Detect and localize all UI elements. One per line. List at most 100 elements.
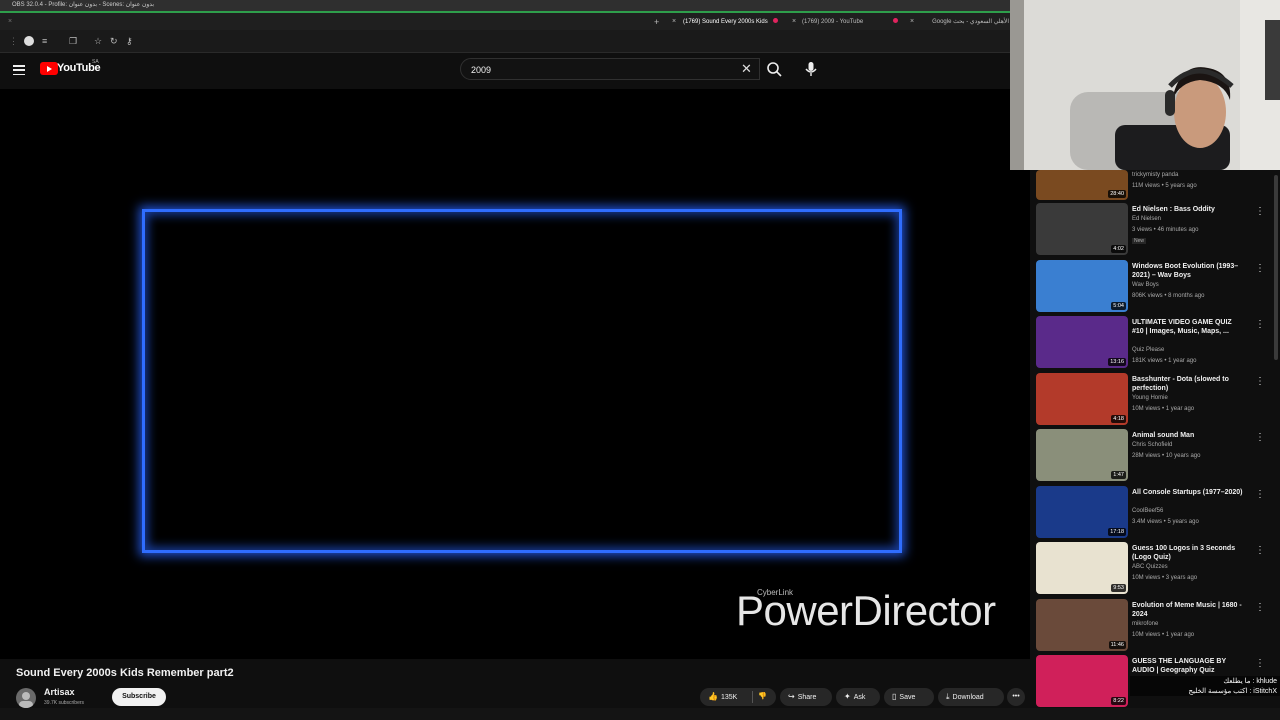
more-vert-icon[interactable]: ⋮ (1255, 546, 1265, 556)
list-item[interactable]: 4:18 Basshunter - Dota (slowed to perfec… (1036, 373, 1276, 429)
more-icon[interactable]: ⋮ (9, 35, 18, 47)
duration-badge: 5:04 (1111, 302, 1126, 310)
video-title[interactable]: Ed Nielsen : Bass Oddity (1132, 205, 1244, 214)
video-thumbnail[interactable]: 17:18 (1036, 486, 1128, 538)
bookmark-star-icon[interactable]: ☆ (94, 35, 102, 47)
tab-close-icon[interactable]: × (910, 15, 914, 29)
tab-current-video[interactable]: (1769) Sound Every 2000s Kids (683, 15, 769, 29)
channel-name[interactable]: Quiz Please (1132, 347, 1164, 353)
video-thumbnail[interactable]: 4:18 (1036, 373, 1128, 425)
download-button[interactable]: ⤓ Download (938, 688, 1004, 706)
list-item[interactable]: 1:47 Animal sound Man Chris Schofield 28… (1036, 429, 1276, 485)
key-icon[interactable]: ⚷ (126, 35, 133, 47)
chat-message: khlude : ما يطلعك (1130, 676, 1280, 686)
video-title[interactable]: ULTIMATE VIDEO GAME QUIZ #10 | Images, M… (1132, 318, 1244, 336)
video-thumbnail[interactable]: 8:22 (1036, 655, 1128, 707)
webcam-feed (1010, 0, 1280, 170)
search-icon[interactable] (762, 58, 786, 80)
tab-search-2009[interactable]: (1769) 2009 - YouTube (802, 15, 888, 29)
more-vert-icon[interactable]: ⋮ (1255, 433, 1265, 443)
video-thumbnail[interactable]: 28:40 (1036, 170, 1128, 200)
youtube-logo-icon[interactable] (40, 62, 58, 75)
thumbs-up-icon[interactable]: 👍 (708, 688, 718, 706)
video-title[interactable]: All Console Startups (1977–2020) (1132, 488, 1244, 497)
sidebar-scrollbar[interactable] (1274, 175, 1278, 360)
more-vert-icon[interactable]: ⋮ (1255, 207, 1265, 217)
video-thumbnail[interactable]: 11:46 (1036, 599, 1128, 651)
obs-title: OBS 32.0.4 - Profile: بدون عنوان - Scene… (12, 2, 155, 8)
video-thumbnail[interactable]: 9:53 (1036, 542, 1128, 594)
tab-close-icon[interactable]: × (672, 15, 676, 29)
duration-badge: 8:22 (1111, 697, 1126, 705)
close-icon[interactable]: ✕ (741, 61, 752, 76)
view-meta: 181K views • 1 year ago (1132, 358, 1197, 364)
window-close-icon[interactable]: × (8, 15, 12, 29)
share-button[interactable]: ↪ Share (780, 688, 832, 706)
profile-icon[interactable] (24, 36, 34, 46)
channel-name[interactable]: mikrofone (1132, 621, 1158, 627)
download-label: Download (952, 694, 984, 701)
list-item[interactable]: 5:04 Windows Boot Evolution (1993–2021) … (1036, 260, 1276, 316)
view-meta: 3.4M views • 5 years ago (1132, 519, 1199, 525)
subscribe-button[interactable]: Subscribe (112, 688, 166, 706)
channel-name[interactable]: CoolBeef56 (1132, 508, 1163, 514)
video-player[interactable]: CyberLink PowerDirector (0, 89, 1030, 659)
more-vert-icon[interactable]: ⋮ (1255, 264, 1265, 274)
reader-icon[interactable]: ≡ (42, 35, 47, 47)
copy-icon[interactable]: ❐ (69, 35, 77, 47)
video-title[interactable]: Evolution of Meme Music | 1680 - 2024 (1132, 601, 1244, 619)
video-title[interactable]: Windows Boot Evolution (1993–2021) – Wav… (1132, 262, 1244, 280)
bookmark-icon: ▯ (892, 692, 897, 701)
channel-name[interactable]: ABC Quizzes (1132, 564, 1168, 570)
divider (752, 691, 753, 703)
thumbs-down-icon[interactable]: 👎 (758, 688, 767, 706)
more-vert-icon[interactable]: ⋮ (1255, 603, 1265, 613)
channel-name[interactable]: Chris Schofield (1132, 442, 1172, 448)
list-item[interactable]: 13:16 ULTIMATE VIDEO GAME QUIZ #10 | Ima… (1036, 316, 1276, 372)
tab-close-icon[interactable]: × (792, 15, 796, 29)
video-thumbnail[interactable]: 5:04 (1036, 260, 1128, 312)
reload-icon[interactable]: ↻ (110, 35, 118, 47)
channel-name[interactable]: trickymisty panda (1132, 172, 1178, 178)
list-item[interactable]: 11:46 Evolution of Meme Music | 1680 - 2… (1036, 599, 1276, 655)
video-title[interactable]: GUESS THE LANGUAGE BY AUDIO | Geography … (1132, 657, 1244, 675)
video-title[interactable]: Guess 100 Logos in 3 Seconds (Logo Quiz) (1132, 544, 1244, 562)
channel-name[interactable]: Artisax (44, 687, 75, 697)
channel-name[interactable]: Young Homie (1132, 395, 1168, 401)
video-thumbnail[interactable]: 4:02 (1036, 203, 1128, 255)
video-title[interactable]: Basshunter - Dota (slowed to perfection) (1132, 375, 1244, 393)
search-box[interactable] (460, 58, 760, 80)
list-item[interactable]: 4:02 Ed Nielsen : Bass Oddity Ed Nielsen… (1036, 203, 1276, 259)
like-dislike-group: 👍 135K 👎 (700, 688, 776, 706)
more-vert-icon[interactable]: ⋮ (1255, 659, 1265, 669)
search-input[interactable] (471, 63, 711, 76)
menu-icon[interactable] (13, 65, 25, 76)
microphone-icon[interactable] (799, 58, 823, 80)
avatar[interactable] (16, 688, 36, 708)
list-item[interactable]: 17:18 All Console Startups (1977–2020) C… (1036, 486, 1276, 542)
recording-dot-icon (773, 18, 778, 23)
duration-badge: 9:53 (1111, 584, 1126, 592)
video-thumbnail[interactable]: 13:16 (1036, 316, 1128, 368)
tab-google-search[interactable]: الأهلي السعودي - بحث Google (925, 15, 1009, 29)
more-actions-button[interactable]: ••• (1007, 688, 1025, 706)
channel-name[interactable]: Ed Nielsen (1132, 216, 1161, 222)
like-count[interactable]: 135K (721, 694, 737, 701)
video-title[interactable]: Animal sound Man (1132, 431, 1244, 440)
duration-badge: 11:46 (1108, 641, 1126, 649)
more-vert-icon[interactable]: ⋮ (1255, 320, 1265, 330)
browser-tab-strip: × + × (1769) Sound Every 2000s Kids × (1… (0, 13, 1010, 30)
duration-badge: 28:40 (1108, 190, 1126, 198)
os-taskbar (0, 708, 1280, 720)
list-item[interactable]: 9:53 Guess 100 Logos in 3 Seconds (Logo … (1036, 542, 1276, 598)
ask-button[interactable]: ✦ Ask (836, 688, 880, 706)
duration-badge: 1:47 (1111, 471, 1126, 479)
channel-name[interactable]: Wav Boys (1132, 282, 1159, 288)
more-vert-icon[interactable]: ⋮ (1255, 377, 1265, 387)
share-icon: ↪ (788, 692, 795, 701)
video-thumbnail[interactable]: 1:47 (1036, 429, 1128, 481)
save-button[interactable]: ▯ Save (884, 688, 934, 706)
stream-chat-overlay: khlude : ما يطلعك iStitchX : اكتب مؤسسة … (1130, 676, 1280, 706)
more-vert-icon[interactable]: ⋮ (1255, 490, 1265, 500)
new-tab-icon[interactable]: + (654, 15, 659, 29)
